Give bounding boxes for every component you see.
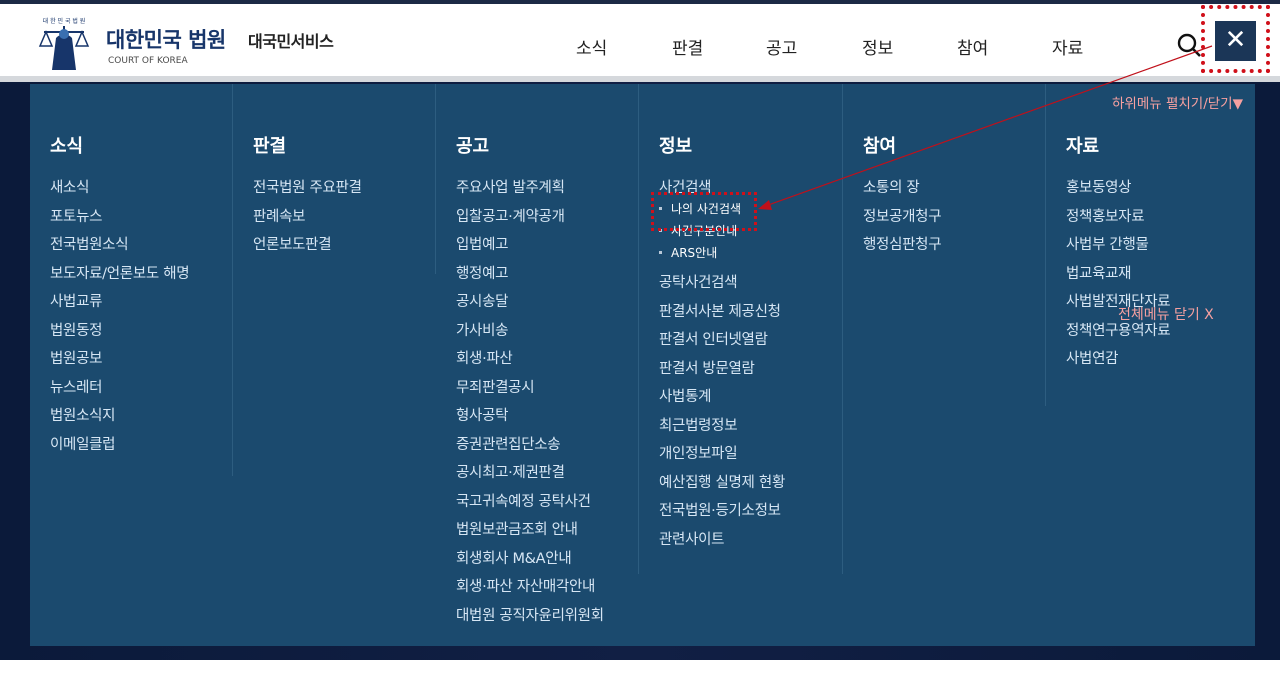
full-menu-panel: 하위메뉴 펼치기/닫기▼ 소식 새소식 포토뉴스 전국법원소식 보도자료/언론보… <box>30 84 1255 646</box>
column-title[interactable]: 자료 <box>1066 132 1099 158</box>
column-title[interactable]: 참여 <box>863 132 896 158</box>
close-icon: ✕ <box>1224 25 1247 55</box>
menu-item[interactable]: 공탁사건검색 <box>659 271 785 300</box>
menu-item[interactable]: 사법연감 <box>1066 347 1170 376</box>
menu-item[interactable]: 형사공탁 <box>456 404 604 433</box>
menu-item[interactable]: 법원소식지 <box>50 404 189 433</box>
menu-item[interactable]: 사법부 간행물 <box>1066 233 1170 262</box>
menu-item[interactable]: 예산집행 실명제 현황 <box>659 471 785 500</box>
menu-item[interactable]: 관련사이트 <box>659 528 785 557</box>
submenu-item[interactable]: ARS안내 <box>659 244 785 271</box>
nav-notices[interactable]: 공고 <box>766 34 797 59</box>
menu-item[interactable]: 법원공보 <box>50 347 189 376</box>
emblem-text: 대 한 민 국 법 원 <box>43 17 86 25</box>
column-title[interactable]: 정보 <box>659 132 692 158</box>
submenu-toggle-link[interactable]: 하위메뉴 펼치기/닫기▼ <box>1112 92 1243 112</box>
site-header: 대 한 민 국 법 원 대한민국 법원 COURT OF KOREA 대국민서비… <box>0 4 1280 76</box>
menu-item[interactable]: 입찰공고·계약공개 <box>456 205 604 234</box>
menu-item[interactable]: 법교육교재 <box>1066 262 1170 291</box>
menu-item[interactable]: 판례속보 <box>253 205 362 234</box>
nav-judgments[interactable]: 판결 <box>672 34 703 59</box>
menu-item[interactable]: 새소식 <box>50 176 189 205</box>
menu-item[interactable]: 주요사업 발주계획 <box>456 176 604 205</box>
menu-item[interactable]: 행정예고 <box>456 262 604 291</box>
menu-item[interactable]: 전국법원 주요판결 <box>253 176 362 205</box>
menu-item[interactable]: 입법예고 <box>456 233 604 262</box>
menu-item[interactable]: 개인정보파일 <box>659 442 785 471</box>
menu-item[interactable]: 증권관련집단소송 <box>456 433 604 462</box>
nav-participation[interactable]: 참여 <box>957 34 988 59</box>
column-title[interactable]: 소식 <box>50 132 83 158</box>
menu-item[interactable]: 최근법령정보 <box>659 414 785 443</box>
menu-item[interactable]: 판결서사본 제공신청 <box>659 300 785 329</box>
menu-item[interactable]: 판결서 방문열람 <box>659 357 785 386</box>
menu-item[interactable]: 사법교류 <box>50 290 189 319</box>
close-all-menu-link[interactable]: 전체메뉴 닫기 X <box>1118 304 1214 324</box>
menu-item[interactable]: 전국법원소식 <box>50 233 189 262</box>
menu-item[interactable]: 홍보동영상 <box>1066 176 1170 205</box>
brand-name: 대한민국 법원 <box>106 28 226 52</box>
service-title: 대국민서비스 <box>248 32 334 51</box>
court-emblem-icon: 대 한 민 국 법 원 <box>38 17 90 70</box>
menu-item[interactable]: 회생회사 M&A안내 <box>456 547 604 576</box>
menu-item[interactable]: 판결서 인터넷열람 <box>659 328 785 357</box>
menu-item[interactable]: 공시최고·제권판결 <box>456 461 604 490</box>
column-divider <box>842 84 843 574</box>
menu-item[interactable]: 국고귀속예정 공탁사건 <box>456 490 604 519</box>
menu-item[interactable]: 전국법원·등기소정보 <box>659 499 785 528</box>
menu-item[interactable]: 뉴스레터 <box>50 376 189 405</box>
menu-item[interactable]: 법원동정 <box>50 319 189 348</box>
menu-item[interactable]: 회생·파산 <box>456 347 604 376</box>
menu-item[interactable]: 소통의 장 <box>863 176 941 205</box>
column-divider <box>1045 84 1046 406</box>
menu-item[interactable]: 이메일클럽 <box>50 433 189 462</box>
menu-item[interactable]: 정보공개청구 <box>863 205 942 234</box>
menu-item[interactable]: 무죄판결공시 <box>456 376 604 405</box>
nav-news[interactable]: 소식 <box>576 34 607 59</box>
menu-item[interactable]: 포토뉴스 <box>50 205 189 234</box>
nav-info[interactable]: 정보 <box>862 34 893 59</box>
menu-item[interactable]: 행정심판청구 <box>863 233 942 262</box>
menu-item[interactable]: 언론보도판결 <box>253 233 362 262</box>
menu-item[interactable]: 가사비송 <box>456 319 604 348</box>
menu-item[interactable]: 대법원 공직자윤리위원회 <box>456 604 604 633</box>
menu-item[interactable]: 법원보관금조회 안내 <box>456 518 604 547</box>
logo[interactable]: 대 한 민 국 법 원 대한민국 법원 COURT OF KOREA 대국민서비… <box>30 12 350 72</box>
column-divider <box>232 84 233 476</box>
menu-item[interactable]: 회생·파산 자산매각안내 <box>456 575 604 604</box>
menu-item[interactable]: 보도자료/언론보도 해명 <box>50 262 190 291</box>
menu-item[interactable]: 정책홍보자료 <box>1066 205 1170 234</box>
column-title[interactable]: 판결 <box>253 132 286 158</box>
brand-name-english: COURT OF KOREA <box>108 56 188 66</box>
menu-item[interactable]: 사법통계 <box>659 385 785 414</box>
column-divider <box>435 84 436 274</box>
menu-item[interactable]: 공시송달 <box>456 290 604 319</box>
column-divider <box>638 84 639 574</box>
my-case-search-highlight <box>651 192 757 231</box>
column-title[interactable]: 공고 <box>456 132 489 158</box>
close-menu-button[interactable]: ✕ <box>1215 21 1256 61</box>
nav-resources[interactable]: 자료 <box>1052 34 1083 59</box>
